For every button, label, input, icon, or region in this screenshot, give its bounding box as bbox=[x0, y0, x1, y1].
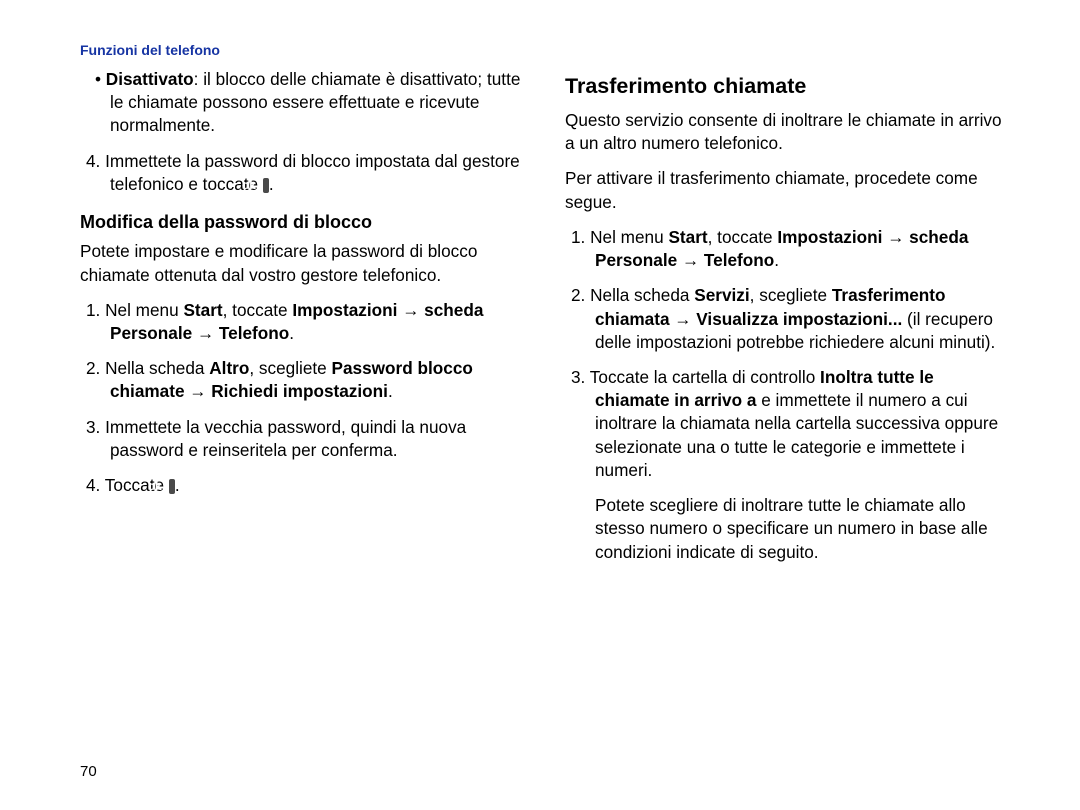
two-column-layout: Disattivato: il blocco delle chiamate è … bbox=[80, 68, 1010, 763]
left-column: Disattivato: il blocco delle chiamate è … bbox=[80, 68, 525, 763]
section-title: Trasferimento chiamate bbox=[565, 72, 1010, 101]
bullet-label: Disattivato bbox=[106, 69, 194, 89]
page-number: 70 bbox=[80, 763, 1010, 810]
right-column: Trasferimento chiamate Questo servizio c… bbox=[565, 68, 1010, 763]
right-step-3-note: Potete scegliere di inoltrare tutte le c… bbox=[595, 494, 1010, 564]
section-header: Funzioni del telefono bbox=[80, 42, 1010, 58]
left-step-4: 4. Toccate ok. bbox=[110, 474, 525, 497]
step-4-top: 4. Immettete la password di blocco impos… bbox=[110, 150, 525, 196]
subsection-title: Modifica della password di blocco bbox=[80, 210, 525, 234]
right-step-3: 3. Toccate la cartella di controllo Inol… bbox=[595, 366, 1010, 482]
left-step-3: 3. Immettete la vecchia password, quindi… bbox=[110, 416, 525, 462]
right-step-1: 1. Nel menu Start, toccate Impostazioni … bbox=[595, 226, 1010, 272]
right-step-2: 2. Nella scheda Servizi, scegliete Trasf… bbox=[595, 284, 1010, 354]
subsection-intro: Potete impostare e modificare la passwor… bbox=[80, 240, 525, 286]
left-step-1: 1. Nel menu Start, toccate Impostazioni … bbox=[110, 299, 525, 345]
right-intro2: Per attivare il trasferimento chiamate, … bbox=[565, 167, 1010, 213]
left-step-2: 2. Nella scheda Altro, scegliete Passwor… bbox=[110, 357, 525, 403]
right-intro: Questo servizio consente di inoltrare le… bbox=[565, 109, 1010, 155]
bullet-disattivato: Disattivato: il blocco delle chiamate è … bbox=[110, 68, 525, 138]
